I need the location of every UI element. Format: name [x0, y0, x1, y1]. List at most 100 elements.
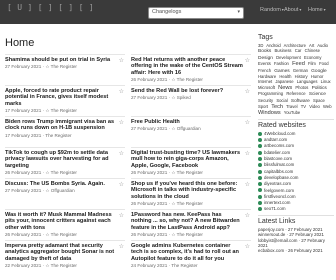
- tag-link[interactable]: Languages: [297, 79, 318, 84]
- rated-site-name: diyextras.com: [264, 181, 292, 187]
- tag-link[interactable]: Chinese: [305, 48, 320, 53]
- rated-site-item[interactable]: seo71.com: [258, 206, 334, 212]
- tag-link[interactable]: Web: [323, 104, 332, 109]
- tag-link[interactable]: Hardware: [258, 74, 276, 79]
- tag-link[interactable]: Books: [258, 49, 271, 54]
- star-icon[interactable]: ☆: [119, 212, 124, 219]
- article-item: Google admins Kubernetes container tech …: [131, 240, 251, 271]
- article-title-link[interactable]: Biden rows Trump immigrant visa ban as c…: [5, 119, 125, 132]
- tag-link[interactable]: Microsoft: [258, 85, 275, 90]
- tag-link[interactable]: YouTube: [284, 110, 300, 115]
- star-icon[interactable]: ☆: [245, 119, 250, 126]
- article-title-link[interactable]: Shop us if you've heard this one before:…: [131, 181, 251, 200]
- latest-links: paperjoy.com · 27 February 2021 winnersou…: [256, 227, 336, 254]
- rated-site-name: feelgovern.com: [264, 187, 295, 193]
- tag-link[interactable]: Software: [291, 99, 310, 104]
- tag-link[interactable]: Games: [274, 69, 289, 74]
- tag-link[interactable]: Events: [258, 61, 271, 66]
- tag-link[interactable]: Android: [266, 43, 280, 48]
- tag-link[interactable]: Programming: [258, 91, 283, 96]
- star-icon[interactable]: ☆: [245, 57, 250, 64]
- tag-link[interactable]: Photos: [295, 85, 308, 90]
- site-logo[interactable]: [ U ] [ ] [ ] [ ]: [7, 3, 94, 12]
- article-title-link[interactable]: Google admins Kubernetes container tech …: [131, 243, 251, 262]
- tag-link[interactable]: Health: [279, 74, 291, 79]
- star-icon[interactable]: ☆: [119, 88, 124, 95]
- article-title-link[interactable]: Was it worth it? Musk Mammal Madness pit…: [5, 212, 125, 231]
- tag-link[interactable]: Sport: [258, 104, 268, 109]
- article-title-link[interactable]: Free Public Health: [131, 119, 251, 125]
- tag-link[interactable]: Space: [313, 98, 325, 103]
- article-title-link[interactable]: Apple, forced to rate product repair pot…: [5, 88, 125, 107]
- tag-link[interactable]: News: [278, 85, 292, 91]
- rated-site-name: developbase.com: [264, 174, 299, 180]
- tag-link[interactable]: Travel: [286, 104, 297, 109]
- article-title-link[interactable]: Red Hat returns with another peace offer…: [131, 57, 251, 76]
- rated-site-name: firstfiveoncl.com: [264, 193, 296, 199]
- star-icon[interactable]: ☆: [119, 243, 124, 250]
- article-item: Discuss: The US Bombs Syria. Again. 27 Fe…: [5, 178, 125, 209]
- article-meta: 27 February 2021 · ☆ Spiked: [131, 95, 191, 101]
- tag-link[interactable]: Japanese: [275, 79, 293, 84]
- article-item: Shop us if you've heard this one before:…: [131, 178, 251, 209]
- latest-link[interactable]: winnersout.de · 27 February 2021: [258, 232, 334, 237]
- rating-dot-icon: [258, 144, 262, 149]
- tag-link[interactable]: Feed: [292, 61, 305, 67]
- tag-link[interactable]: Tech: [271, 104, 283, 110]
- tag-link[interactable]: TV: [301, 104, 306, 109]
- star-icon[interactable]: ☆: [119, 181, 124, 188]
- tag-link[interactable]: Politics: [312, 86, 327, 91]
- tag-link[interactable]: Film: [308, 61, 316, 66]
- article-title-link[interactable]: TikTok to cough up $92m to settle data p…: [5, 150, 125, 169]
- article-item: TikTok to cough up $92m to settle data p…: [5, 147, 125, 178]
- tag-link[interactable]: Reference: [286, 91, 305, 96]
- tag-link[interactable]: Internet: [258, 79, 272, 84]
- article-title-link[interactable]: Discuss: The US Bombs Syria. Again.: [5, 181, 125, 187]
- tag-link[interactable]: Google: [311, 69, 326, 74]
- star-icon[interactable]: ☆: [119, 150, 124, 157]
- latest-link[interactable]: lobbyist@email.com · 27 February 2021: [258, 238, 334, 249]
- search-input[interactable]: Changelogs ▾: [148, 7, 244, 19]
- nav-item-2[interactable]: Home▾: [308, 7, 326, 13]
- tag-link[interactable]: Social: [276, 98, 287, 103]
- nav-item-1[interactable]: About▾: [284, 7, 301, 13]
- star-icon[interactable]: ☆: [245, 181, 250, 188]
- tag-link[interactable]: Food: [319, 61, 329, 66]
- tag-link[interactable]: Video: [309, 104, 320, 109]
- tag-link[interactable]: French: [258, 68, 271, 73]
- tag-link[interactable]: Fashion: [274, 61, 289, 66]
- star-icon[interactable]: ☆: [245, 212, 250, 219]
- tag-link[interactable]: Humor: [311, 74, 324, 79]
- article-title-link[interactable]: Send the Red Wall be lost forever?: [131, 88, 251, 94]
- tag-link[interactable]: Development: [276, 55, 301, 60]
- chevron-down-icon: ▾: [237, 9, 240, 15]
- tag-link[interactable]: Science: [309, 92, 326, 97]
- rating-dot-icon: [258, 156, 262, 161]
- article-title-link[interactable]: Digital trust-busting time? US lawmakers…: [131, 150, 251, 169]
- tag-link[interactable]: Art: [309, 43, 314, 48]
- star-icon[interactable]: ☆: [119, 119, 124, 126]
- tag-link[interactable]: Windows: [258, 110, 281, 117]
- star-icon[interactable]: ☆: [119, 57, 124, 64]
- star-icon[interactable]: ☆: [245, 243, 250, 250]
- tag-link[interactable]: History: [295, 74, 308, 79]
- rated-site-name: 4Webcloud.com: [264, 130, 296, 136]
- latest-link[interactable]: ecbabox.com · 26 February 2021: [258, 248, 334, 253]
- star-icon[interactable]: ☆: [245, 150, 250, 157]
- tag-link[interactable]: Security: [258, 98, 273, 103]
- article-title-link[interactable]: 1Password has new. KeePass has nothing .…: [131, 212, 251, 231]
- tag-link[interactable]: 3D: [258, 43, 263, 48]
- tag-link[interactable]: Design: [258, 56, 273, 61]
- article-title-link[interactable]: Shamima should be put on trial in Syria: [5, 57, 125, 63]
- star-icon[interactable]: ☆: [245, 88, 250, 95]
- tag-link[interactable]: Business: [275, 48, 292, 53]
- tag-link[interactable]: Architecture: [284, 43, 306, 48]
- nav-item-0[interactable]: Random▾: [260, 7, 284, 13]
- tag-link[interactable]: Linux: [321, 79, 331, 84]
- article-meta: 24 February 2021 · The Register: [131, 263, 198, 269]
- tag-link[interactable]: Economy: [304, 55, 321, 60]
- article-title-link[interactable]: Imperva pretty adamant that security ana…: [5, 243, 125, 262]
- tag-link[interactable]: German: [293, 68, 308, 73]
- tag-link[interactable]: Audio: [317, 43, 328, 48]
- tag-link[interactable]: Car: [295, 48, 302, 53]
